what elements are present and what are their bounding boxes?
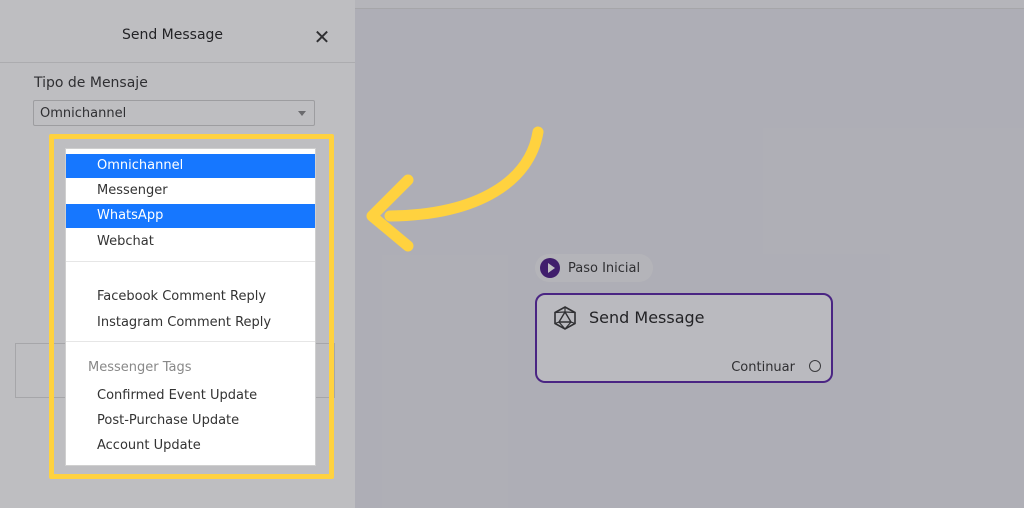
option-instagram-comment-reply[interactable]: Instagram Comment Reply bbox=[66, 311, 315, 335]
option-facebook-comment-reply[interactable]: Facebook Comment Reply bbox=[66, 285, 315, 309]
message-type-dropdown: Omnichannel Messenger WhatsApp Webchat F… bbox=[65, 148, 316, 466]
separator bbox=[66, 341, 315, 342]
node-continue-label: Continuar bbox=[731, 360, 795, 375]
option-post-purchase-update[interactable]: Post-Purchase Update bbox=[66, 409, 315, 433]
separator bbox=[66, 261, 315, 262]
circle-port-icon[interactable] bbox=[809, 360, 821, 372]
start-step-label: Paso Inicial bbox=[568, 261, 641, 276]
panel-header: Send Message ✕ bbox=[0, 10, 355, 63]
option-confirmed-event-update[interactable]: Confirmed Event Update bbox=[66, 384, 315, 408]
option-whatsapp[interactable]: WhatsApp bbox=[66, 204, 315, 228]
node-title: Send Message bbox=[589, 308, 705, 327]
messenger-tags-group-label: Messenger Tags bbox=[88, 360, 192, 375]
icosahedron-icon bbox=[554, 306, 576, 330]
select-value: Omnichannel bbox=[40, 106, 127, 121]
option-messenger[interactable]: Messenger bbox=[66, 179, 315, 203]
canvas-topbar bbox=[355, 0, 1024, 9]
play-icon bbox=[540, 258, 560, 278]
send-message-node[interactable]: Send Message Continuar bbox=[535, 293, 833, 383]
close-icon[interactable]: ✕ bbox=[312, 27, 332, 47]
chevron-down-icon bbox=[298, 111, 306, 116]
option-webchat[interactable]: Webchat bbox=[66, 230, 315, 254]
option-omnichannel[interactable]: Omnichannel bbox=[66, 154, 315, 178]
message-type-select[interactable]: Omnichannel bbox=[33, 100, 315, 126]
curved-arrow-icon bbox=[366, 126, 544, 252]
panel-title: Send Message bbox=[121, 27, 224, 43]
message-type-label: Tipo de Mensaje bbox=[34, 75, 148, 91]
option-account-update[interactable]: Account Update bbox=[66, 434, 315, 458]
